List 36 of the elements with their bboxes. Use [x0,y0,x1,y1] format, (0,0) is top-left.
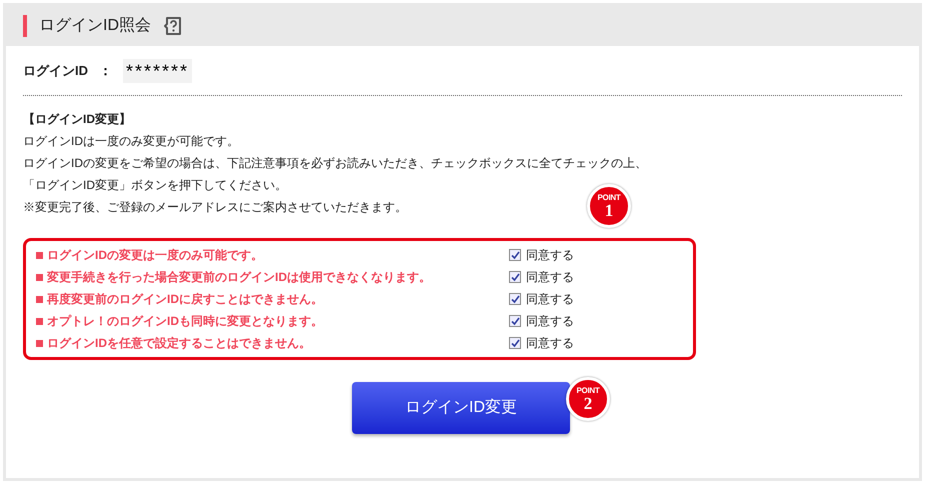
notice-text: ログインIDの変更をご希望の場合は、下記注意事項を必ずお読みいただき、チェックボックスに全てチェックの上、 [23,156,647,170]
login-id-value: ******* [123,58,192,82]
agreement-text: オプトレ！のログインIDも同時に変更となります。 [47,313,324,330]
notice-text: ログインIDは一度のみ変更が可能です。 [23,134,239,148]
change-login-id-button[interactable]: ログインID変更 [352,382,570,434]
agreement-text: ログインIDの変更は一度のみ可能です。 [47,247,264,264]
accent-bar [23,15,27,37]
agree-checkbox[interactable] [509,337,521,349]
point-label: POINT [598,194,620,202]
bullet-icon [36,340,43,346]
agree-checkbox[interactable] [509,271,521,283]
agreement-text: ログインIDを任意で設定することはできません。 [47,335,312,352]
notice-heading: 【ログインID変更】 [23,111,132,128]
bullet-icon [36,274,43,280]
bullet-icon [36,318,43,324]
notice-text: 「ログインID変更」ボタンを押下してください。 [23,178,287,192]
notice-text: ※変更完了後、ご登録のメールアドレスにご案内させていただきます。 [23,200,407,214]
agree-checkbox[interactable] [509,315,521,327]
login-id-separator: ： [99,62,113,80]
login-id-label: ログインID [23,62,89,80]
help-icon[interactable] [163,16,183,36]
agreement-text: 再度変更前のログインIDに戻すことはできません。 [47,291,324,308]
agree-label: 同意する [526,313,574,330]
agree-label: 同意する [526,247,574,264]
agree-label: 同意する [526,335,574,352]
agree-label: 同意する [526,269,574,286]
agree-label: 同意する [526,291,574,308]
point-number: 2 [584,394,592,412]
agreement-text: 変更手続きを行った場合変更前のログインIDは使用できなくなります。 [47,269,432,286]
agree-checkbox[interactable] [509,249,521,261]
agree-checkbox[interactable] [509,293,521,305]
window-title: ログインID照会 [39,16,151,36]
bullet-icon [36,252,43,258]
bullet-icon [36,296,43,302]
point-number: 1 [604,202,614,218]
point-label: POINT [576,386,600,394]
